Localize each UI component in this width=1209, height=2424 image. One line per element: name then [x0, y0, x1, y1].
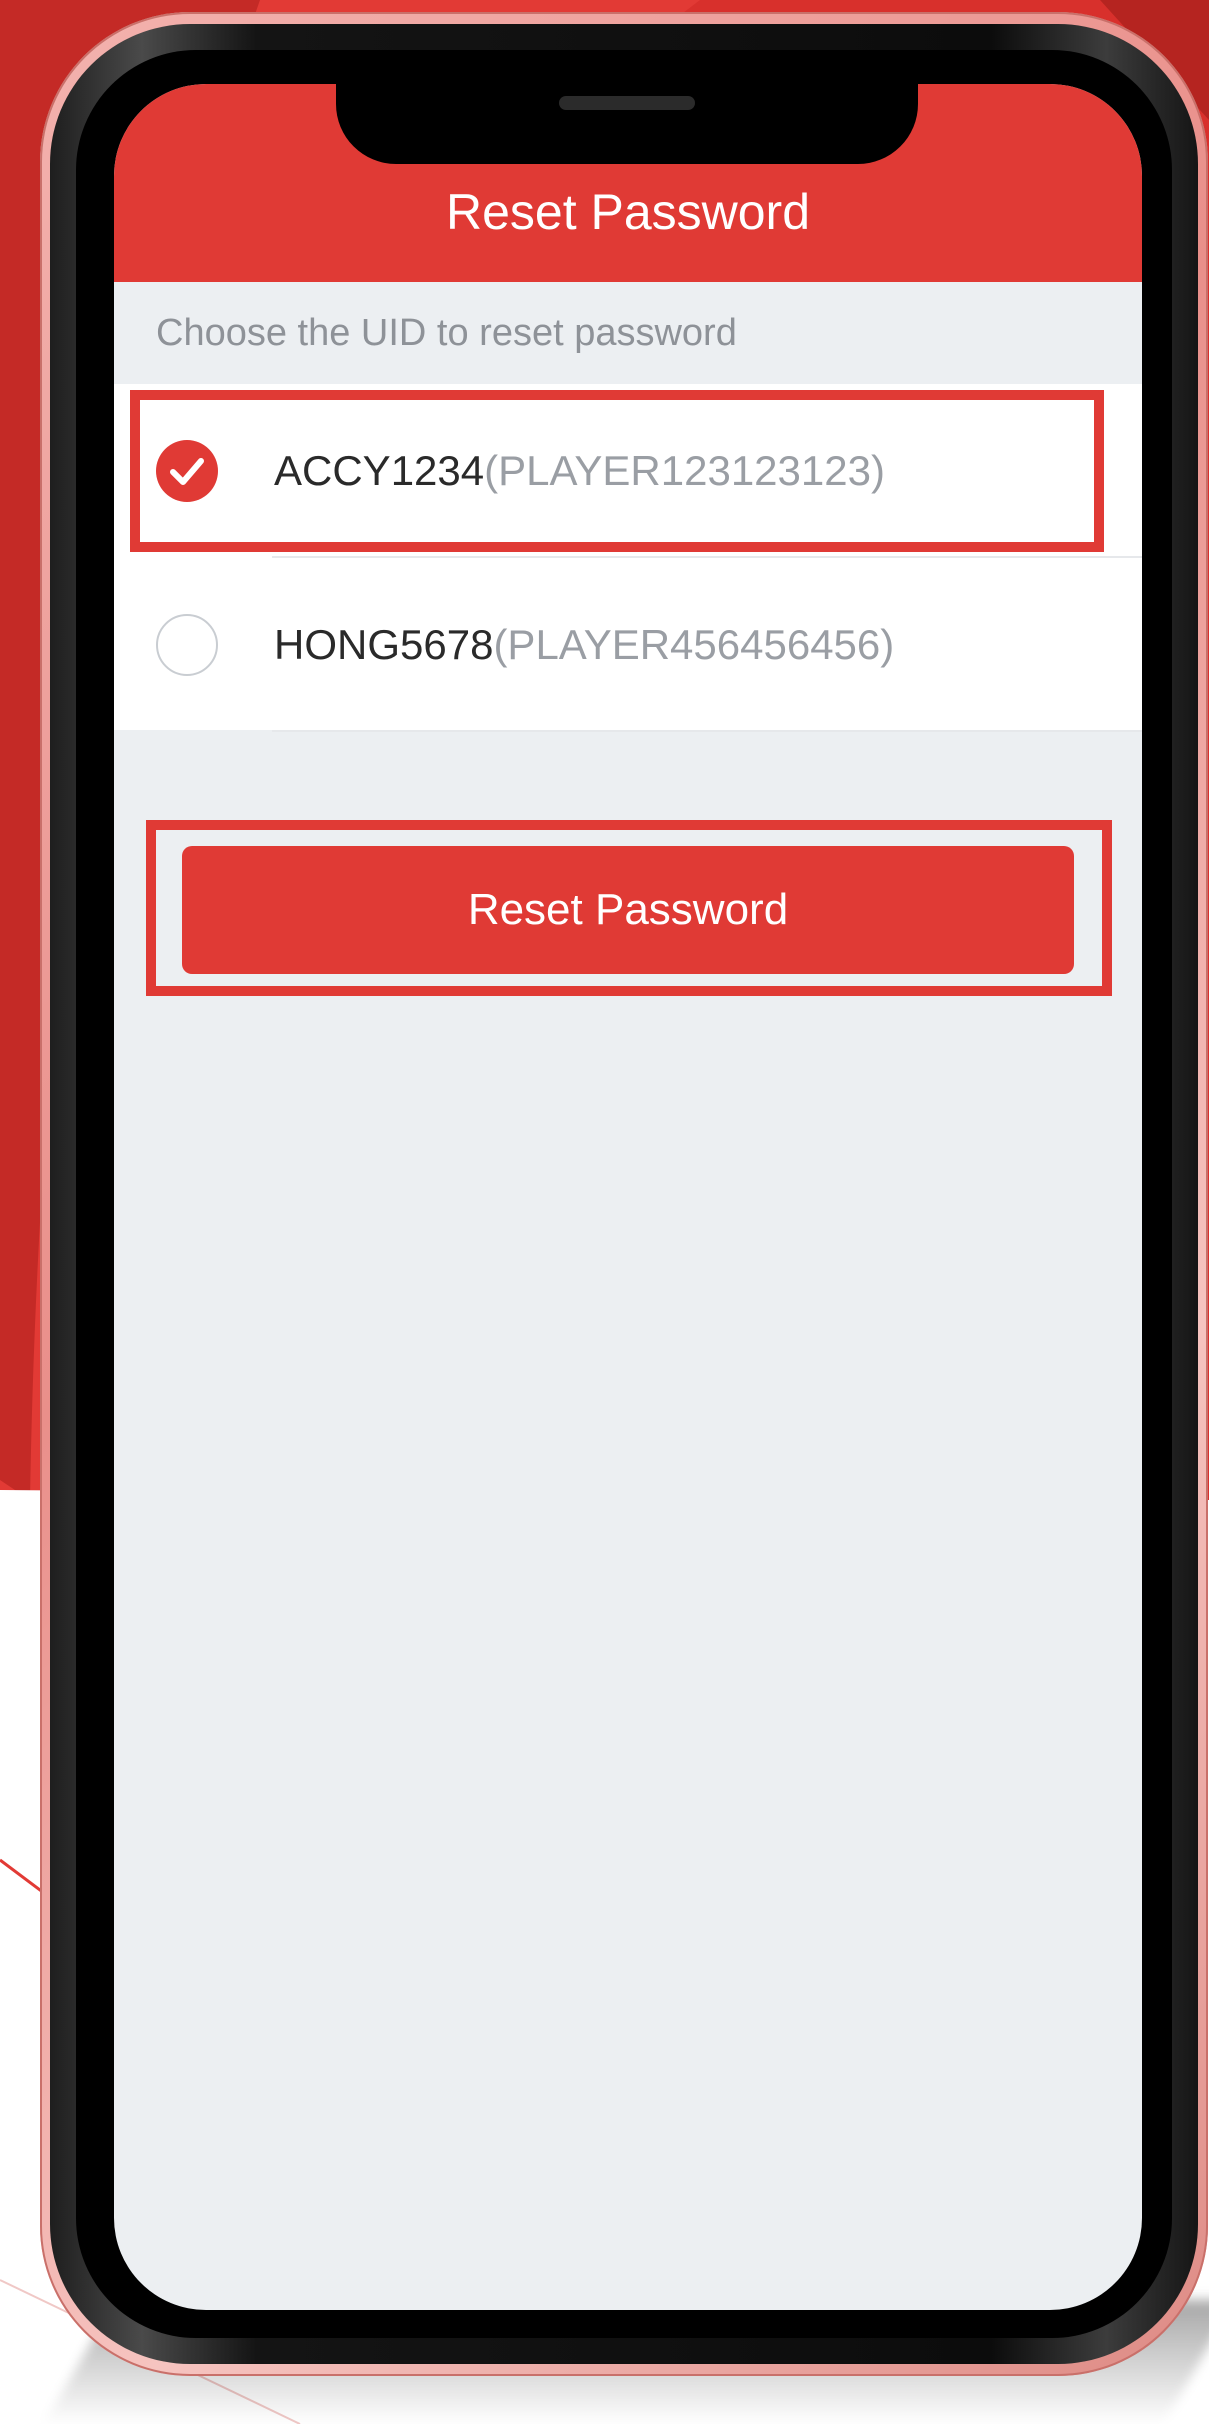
- speaker-grille: [559, 96, 695, 110]
- player-name: (PLAYER456456456): [493, 621, 895, 668]
- reset-password-button[interactable]: Reset Password: [182, 846, 1074, 974]
- stage: Reset Password Choose the UID to reset p…: [0, 0, 1209, 2424]
- uid-option-hong5678[interactable]: HONG5678(PLAYER456456456): [114, 558, 1142, 732]
- instructions-text: Choose the UID to reset password: [156, 312, 737, 354]
- phone-screen: Reset Password Choose the UID to reset p…: [114, 84, 1142, 2310]
- selected-option-highlight: [130, 390, 1104, 552]
- uid-option-label: HONG5678(PLAYER456456456): [274, 618, 894, 672]
- empty-circle-icon[interactable]: [156, 614, 218, 676]
- row-divider: [272, 730, 1142, 732]
- page-title: Reset Password: [445, 184, 811, 240]
- uid-list: ACCY1234(PLAYER123123123) HONG5678(PLAYE…: [114, 384, 1142, 732]
- uid-value: HONG5678: [274, 621, 494, 668]
